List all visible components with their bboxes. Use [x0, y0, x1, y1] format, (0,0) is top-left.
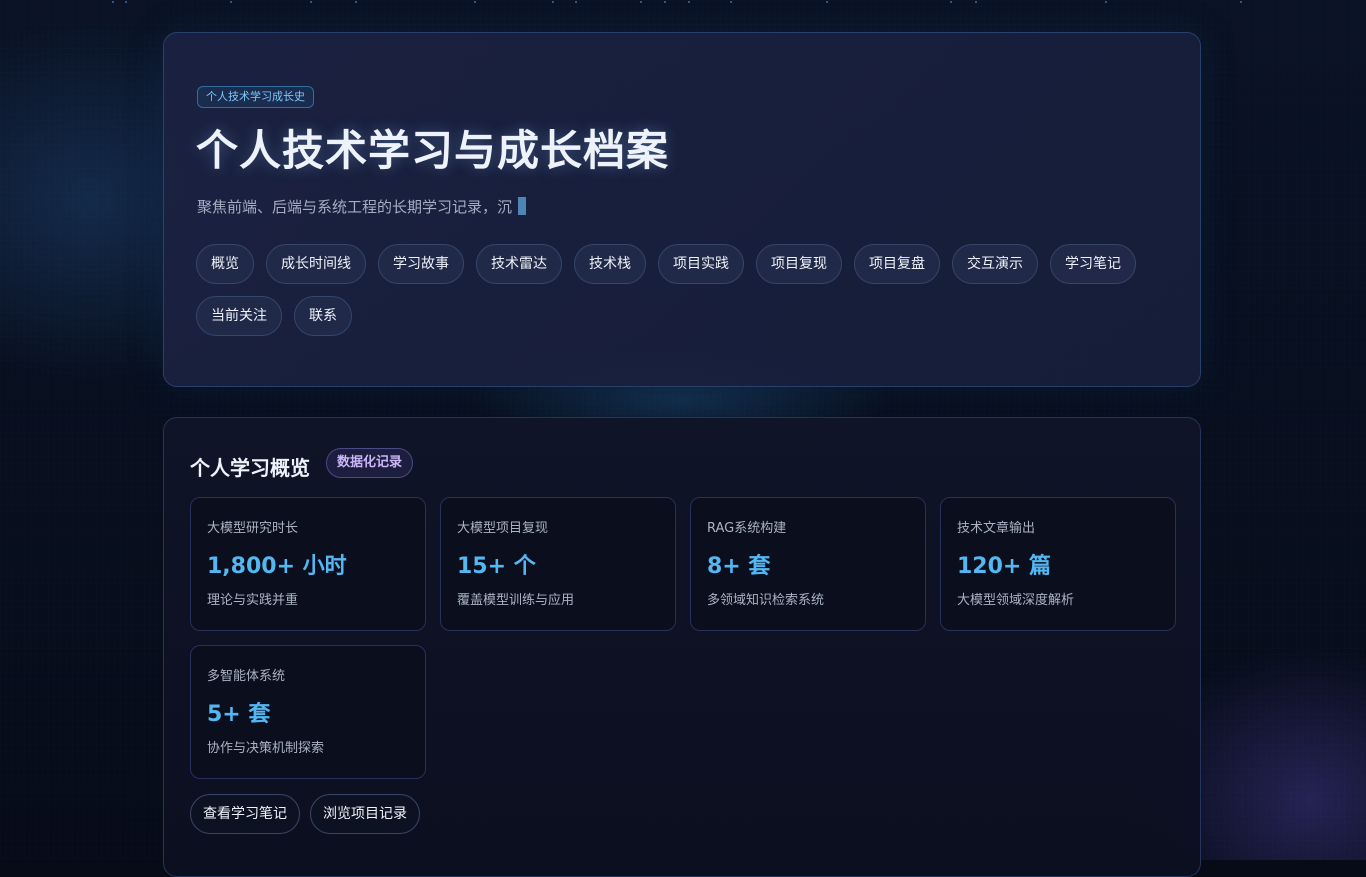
- view-notes-button[interactable]: 查看学习笔记: [190, 794, 300, 834]
- decorative-dot: [730, 1, 732, 3]
- nav-contact[interactable]: 联系: [294, 296, 352, 336]
- section-nav: 概览 成长时间线 学习故事 技术雷达 技术栈 项目实践 项目复现 项目复盘 交互…: [196, 244, 1176, 336]
- stat-desc: 大模型领域深度解析: [957, 593, 1075, 608]
- stat-desc: 覆盖模型训练与应用: [457, 593, 575, 608]
- decorative-dot: [125, 1, 127, 3]
- decorative-dot: [640, 1, 642, 3]
- decorative-dot: [575, 1, 577, 3]
- browse-projects-button[interactable]: 浏览项目记录: [310, 794, 420, 834]
- stat-value: 1,800+ 小时: [207, 554, 347, 579]
- hero-card: 个人技术学习成长史 个人技术学习与成长档案 聚焦前端、后端与系统工程的长期学习记…: [163, 32, 1201, 387]
- hero-badge: 个人技术学习成长史: [197, 86, 314, 108]
- decorative-dot: [355, 1, 357, 3]
- nav-tech-stack[interactable]: 技术栈: [574, 244, 646, 284]
- nav-stories[interactable]: 学习故事: [378, 244, 464, 284]
- decorative-dot: [1240, 1, 1242, 3]
- decorative-dot: [310, 1, 312, 3]
- stat-label: RAG系统构建: [707, 521, 787, 536]
- stat-card-articles: 技术文章输出 120+ 篇 大模型领域深度解析: [940, 497, 1176, 631]
- hero-subtitle: 聚焦前端、后端与系统工程的长期学习记录，沉: [197, 196, 527, 217]
- stat-card-multi-agent: 多智能体系统 5+ 套 协作与决策机制探索: [190, 645, 426, 779]
- decorative-dot: [688, 1, 690, 3]
- stats-grid: 大模型研究时长 1,800+ 小时 理论与实践并重 大模型项目复现 15+ 个 …: [190, 497, 1176, 779]
- stat-value: 15+ 个: [457, 554, 536, 579]
- stat-label: 多智能体系统: [207, 669, 286, 684]
- decorative-dot: [664, 1, 666, 3]
- nav-overview[interactable]: 概览: [196, 244, 254, 284]
- stat-card-rag-systems: RAG系统构建 8+ 套 多领域知识检索系统: [690, 497, 926, 631]
- decorative-dot: [230, 1, 232, 3]
- nav-reproductions[interactable]: 项目复现: [756, 244, 842, 284]
- nav-retrospectives[interactable]: 项目复盘: [854, 244, 940, 284]
- typing-cursor: [518, 197, 527, 215]
- nav-current-focus[interactable]: 当前关注: [196, 296, 282, 336]
- decorative-dot: [552, 1, 554, 3]
- overview-card: 个人学习概览 数据化记录 大模型研究时长 1,800+ 小时 理论与实践并重 大…: [163, 417, 1201, 877]
- overview-badge: 数据化记录: [326, 448, 414, 478]
- decorative-dot: [826, 1, 828, 3]
- stat-label: 大模型研究时长: [207, 521, 299, 536]
- nav-demos[interactable]: 交互演示: [952, 244, 1038, 284]
- decorative-dot: [112, 1, 114, 3]
- nav-notes[interactable]: 学习笔记: [1050, 244, 1136, 284]
- stat-value: 8+ 套: [707, 554, 771, 579]
- stat-desc: 多领域知识检索系统: [707, 593, 825, 608]
- page-title: 个人技术学习与成长档案: [196, 126, 670, 175]
- decorative-dot: [975, 1, 977, 3]
- stat-label: 大模型项目复现: [457, 521, 549, 536]
- decorative-dots: [0, 0, 1366, 6]
- nav-timeline[interactable]: 成长时间线: [266, 244, 366, 284]
- decorative-dot: [474, 1, 476, 3]
- decorative-dot: [1105, 1, 1107, 3]
- overview-actions: 查看学习笔记 浏览项目记录: [190, 794, 420, 834]
- stat-desc: 理论与实践并重: [207, 593, 299, 608]
- stat-value: 5+ 套: [207, 702, 271, 727]
- decorative-dot: [950, 1, 952, 3]
- stat-value: 120+ 篇: [957, 554, 1052, 579]
- stat-card-llm-reproductions: 大模型项目复现 15+ 个 覆盖模型训练与应用: [440, 497, 676, 631]
- stat-label: 技术文章输出: [957, 521, 1036, 536]
- hero-subtitle-text: 聚焦前端、后端与系统工程的长期学习记录，沉: [197, 198, 513, 216]
- stat-card-llm-hours: 大模型研究时长 1,800+ 小时 理论与实践并重: [190, 497, 426, 631]
- overview-title: 个人学习概览: [190, 456, 310, 480]
- nav-projects[interactable]: 项目实践: [658, 244, 744, 284]
- stat-desc: 协作与决策机制探索: [207, 741, 325, 756]
- nav-tech-radar[interactable]: 技术雷达: [476, 244, 562, 284]
